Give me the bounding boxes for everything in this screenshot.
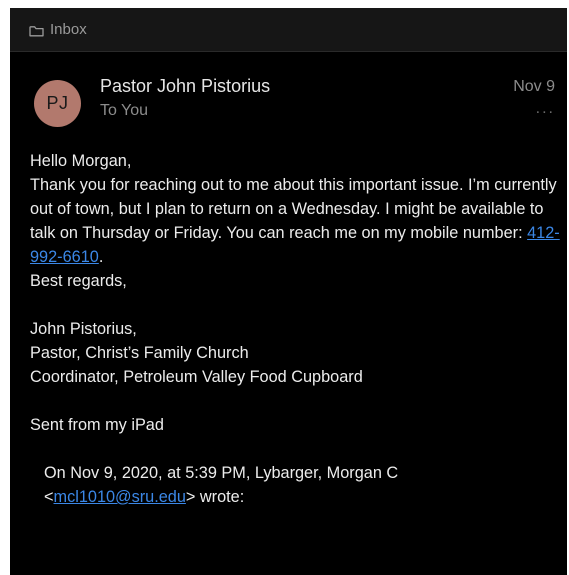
message-body: Hello Morgan, Thank you for reaching out… xyxy=(10,137,567,509)
signature-line: Pastor, Christ’s Family Church xyxy=(30,344,249,362)
paragraph-text: Thank you for reaching out to me about t… xyxy=(30,176,557,242)
email-screen: Inbox PJ Pastor John Pistorius To You No… xyxy=(10,8,567,575)
quote-bracket: < xyxy=(44,488,54,506)
sender-name[interactable]: Pastor John Pistorius xyxy=(100,76,270,97)
sent-from: Sent from my iPad xyxy=(30,416,164,434)
folder-icon xyxy=(29,24,44,36)
closing: Best regards, xyxy=(30,272,127,290)
email-link[interactable]: mcl1010@sru.edu xyxy=(54,488,186,506)
recipient-label[interactable]: To You xyxy=(100,102,148,120)
more-icon[interactable]: ... xyxy=(536,100,555,118)
quote-line: <mcl1010@sru.edu> wrote: xyxy=(44,485,567,509)
greeting: Hello Morgan, xyxy=(30,152,132,170)
inbox-label[interactable]: Inbox xyxy=(50,21,87,38)
quote-wrote: > wrote: xyxy=(185,488,245,506)
message-header: PJ Pastor John Pistorius To You Nov 9 ..… xyxy=(10,52,567,137)
quoted-header: On Nov 9, 2020, at 5:39 PM, Lybarger, Mo… xyxy=(30,461,567,509)
signature-line: Coordinator, Petroleum Valley Food Cupbo… xyxy=(30,368,363,386)
inbox-bar[interactable]: Inbox xyxy=(10,8,567,52)
message-date: Nov 9 xyxy=(513,78,555,95)
avatar[interactable]: PJ xyxy=(34,80,81,127)
quote-line: On Nov 9, 2020, at 5:39 PM, Lybarger, Mo… xyxy=(44,464,399,482)
message-paragraph: Thank you for reaching out to me about t… xyxy=(30,173,567,269)
paragraph-end: . xyxy=(98,248,104,266)
signature-line: John Pistorius, xyxy=(30,320,137,338)
